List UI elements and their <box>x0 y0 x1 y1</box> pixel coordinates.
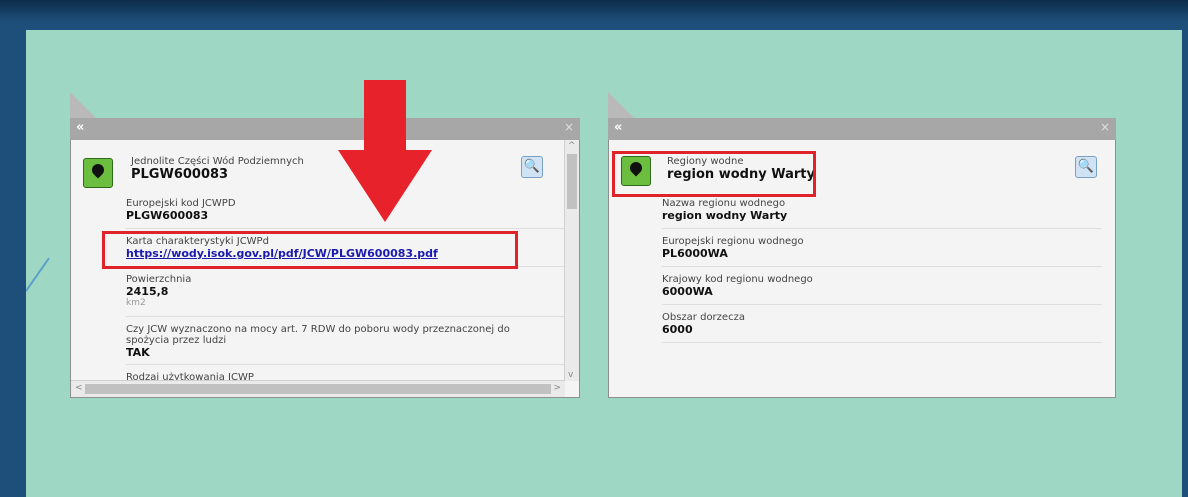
field-label: Europejski kod JCWPD <box>126 198 236 209</box>
divider <box>662 342 1102 343</box>
red-arrow-head <box>338 150 432 222</box>
frame-top-edge <box>0 0 1188 22</box>
scroll-left-icon[interactable]: < <box>75 383 83 393</box>
field-region-name: Nazwa regionu wodnego region wodny Warty <box>662 198 787 222</box>
field-european-region: Europejski regionu wodnego PL6000WA <box>662 236 804 260</box>
horizontal-scrollbar[interactable]: < > <box>71 380 565 397</box>
field-value: 6000WA <box>662 285 713 298</box>
scroll-thumb[interactable] <box>567 154 577 209</box>
collapse-icon[interactable]: « <box>614 120 622 135</box>
vertical-scrollbar[interactable]: ^ v <box>564 140 579 381</box>
scroll-right-icon[interactable]: > <box>553 383 561 393</box>
close-icon[interactable]: × <box>1100 120 1110 134</box>
field-label-continued: spożycia przez ludzi <box>126 335 227 346</box>
popup-body: Jednolite Części Wód Podziemnych PLGW600… <box>70 140 580 398</box>
popup-header: « × <box>70 118 580 140</box>
divider <box>662 228 1102 229</box>
popup-header: « × <box>608 118 1116 140</box>
highlight-region-title <box>612 151 816 197</box>
close-icon[interactable]: × <box>564 120 574 134</box>
field-label: Nazwa regionu wodnego <box>662 198 786 209</box>
field-value: PL6000WA <box>662 247 728 260</box>
map-river-line <box>26 257 50 292</box>
highlight-pdf-link <box>102 231 518 269</box>
field-label: Czy JCW wyznaczono na mocy art. 7 RDW do… <box>126 324 510 335</box>
divider <box>126 228 566 229</box>
scroll-up-icon[interactable]: ^ <box>568 141 576 151</box>
field-area: Powierzchnia 2415,8 km2 <box>126 274 191 308</box>
field-value: 6000 <box>662 323 693 336</box>
divider <box>126 316 566 317</box>
field-drinking-water: Czy JCW wyznaczono na mocy art. 7 RDW do… <box>126 324 510 359</box>
field-value: PLGW600083 <box>126 209 209 222</box>
divider <box>126 364 566 365</box>
layer-name: Jednolite Części Wód Podziemnych <box>131 156 304 167</box>
field-value: TAK <box>126 346 150 359</box>
field-label: Krajowy kod regionu wodnego <box>662 274 813 285</box>
magnifier-icon[interactable]: 🔍 <box>521 156 543 178</box>
divider <box>662 304 1102 305</box>
popup-pointer <box>70 92 96 118</box>
map-marker-icon <box>83 158 113 188</box>
field-label: Europejski regionu wodnego <box>662 236 804 247</box>
popup-pointer <box>608 92 634 118</box>
red-arrow-shaft <box>364 80 406 150</box>
feature-id: PLGW600083 <box>131 167 229 182</box>
scroll-down-icon[interactable]: v <box>568 370 573 380</box>
field-label: Obszar dorzecza <box>662 312 745 323</box>
field-value: 2415,8 <box>126 285 169 298</box>
layer-title-block: Jednolite Części Wód Podziemnych PLGW600… <box>131 156 304 182</box>
field-river-basin: Obszar dorzecza 6000 <box>662 312 745 336</box>
collapse-icon[interactable]: « <box>76 120 84 135</box>
field-label: Powierzchnia <box>126 274 192 285</box>
magnifier-icon[interactable]: 🔍 <box>1075 156 1097 178</box>
field-unit: km2 <box>126 298 146 308</box>
divider <box>662 266 1102 267</box>
field-european-code: Europejski kod JCWPD PLGW600083 <box>126 198 236 222</box>
scroll-thumb[interactable] <box>85 384 551 394</box>
field-national-code: Krajowy kod regionu wodnego 6000WA <box>662 274 813 298</box>
field-value: region wodny Warty <box>662 209 788 222</box>
